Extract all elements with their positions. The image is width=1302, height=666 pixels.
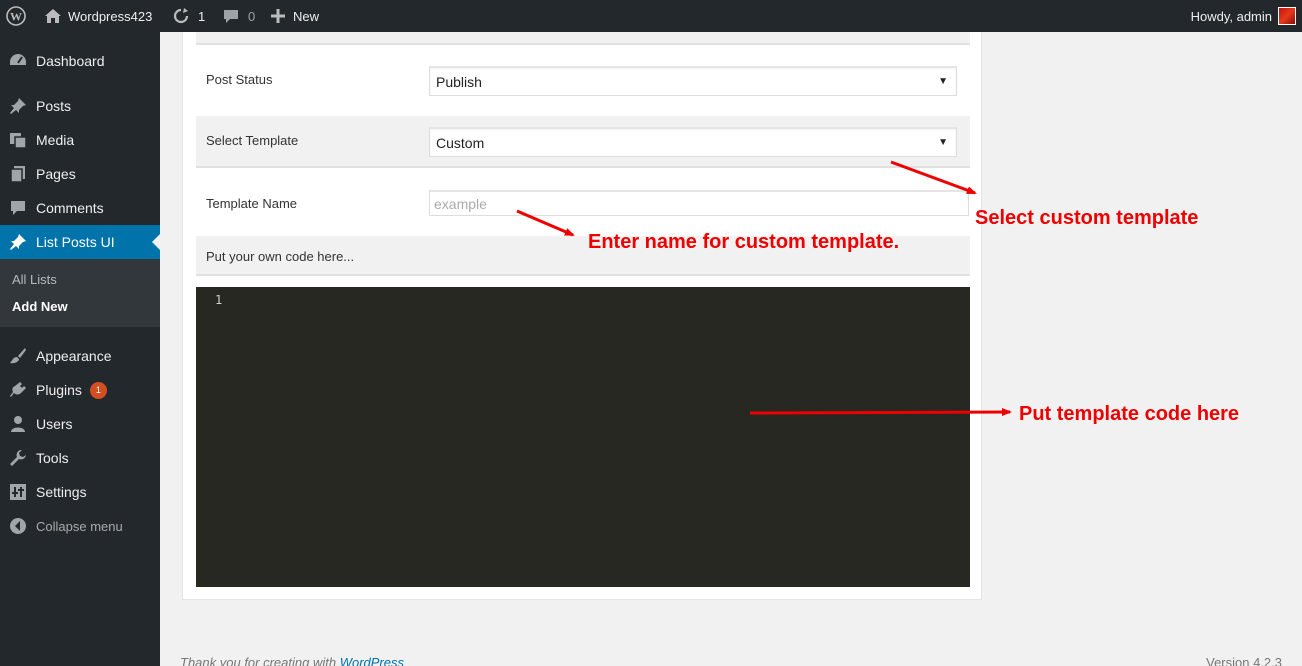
refresh-icon <box>173 8 189 24</box>
site-name: Wordpress423 <box>68 8 153 24</box>
account-menu[interactable]: Howdy, admin <box>1191 0 1296 32</box>
settings-icon <box>0 483 36 501</box>
avatar <box>1278 7 1296 25</box>
plug-icon <box>0 381 36 399</box>
list-posts-submenu: All Lists Add New <box>0 259 160 327</box>
sidebar-item-media[interactable]: Media <box>0 123 160 157</box>
annotation-put-code: Put template code here <box>1019 403 1240 425</box>
admin-bar: W Wordpress423 1 0 New Howdy, admin <box>0 0 1302 32</box>
select-template-label: Select Template <box>206 133 299 148</box>
comment-icon <box>0 199 36 217</box>
collapse-menu-label: Collapse menu <box>36 518 123 534</box>
sidebar-item-dashboard[interactable]: Dashboard <box>0 44 160 78</box>
sidebar-item-appearance[interactable]: Appearance <box>0 339 160 373</box>
wordpress-link[interactable]: WordPress <box>340 655 404 666</box>
comments-count: 0 <box>248 8 256 24</box>
own-code-label: Put your own code here... <box>206 249 355 264</box>
sidebar-item-settings[interactable]: Settings <box>0 475 160 509</box>
sidebar-item-label: Dashboard <box>36 53 105 69</box>
wrench-icon <box>0 449 36 467</box>
sidebar-item-pages[interactable]: Pages <box>0 157 160 191</box>
template-name-row: Template Name <box>196 168 970 236</box>
user-icon <box>0 415 36 433</box>
submenu-item-all-lists[interactable]: All Lists <box>12 272 57 287</box>
pushpin-icon <box>0 233 36 251</box>
annotation-enter-name: Enter name for custom template. <box>588 231 900 253</box>
sidebar-item-label: Appearance <box>36 348 112 364</box>
home-icon <box>45 9 61 23</box>
current-menu-arrow <box>152 234 160 250</box>
dashboard-icon <box>0 52 36 70</box>
dropdown-caret-icon: ▼ <box>938 76 948 87</box>
footer-version: Version 4.2.3 <box>1206 655 1282 666</box>
sidebar-item-plugins[interactable]: Plugins 1 <box>0 373 160 407</box>
template-name-label: Template Name <box>206 196 298 211</box>
site-name-link[interactable]: Wordpress423 <box>44 0 152 32</box>
form-panel: Post Status Publish ▼ Select Template Cu… <box>182 32 982 600</box>
sidebar-item-list-posts-ui[interactable]: List Posts UI <box>0 225 160 259</box>
sidebar-item-users[interactable]: Users <box>0 407 160 441</box>
template-name-input[interactable] <box>429 190 969 216</box>
dropdown-caret-icon: ▼ <box>938 137 948 148</box>
post-status-value: Publish <box>436 73 482 90</box>
collapse-menu-button[interactable]: Collapse menu <box>0 509 160 543</box>
admin-sidebar: Dashboard Posts Media Pages Comments Lis… <box>0 32 160 666</box>
sidebar-item-label: Users <box>36 416 73 432</box>
sidebar-item-label: Settings <box>36 484 87 500</box>
sidebar-item-tools[interactable]: Tools <box>0 441 160 475</box>
comments-link[interactable]: 0 <box>222 0 255 32</box>
sidebar-item-label: Tools <box>36 450 69 466</box>
sidebar-item-label: List Posts UI <box>36 234 115 250</box>
sidebar-item-label: Plugins <box>36 382 82 398</box>
sidebar-item-label: Media <box>36 132 75 148</box>
select-template-select[interactable]: Custom ▼ <box>429 127 957 157</box>
media-icon <box>0 131 36 149</box>
howdy-text: Howdy, admin <box>1190 8 1272 24</box>
previous-row <box>196 32 970 45</box>
pushpin-icon <box>0 97 36 115</box>
wordpress-logo-icon[interactable]: W <box>6 0 28 32</box>
code-editor[interactable]: 1 <box>196 287 970 587</box>
sidebar-item-posts[interactable]: Posts <box>0 89 160 123</box>
pages-icon <box>0 165 36 183</box>
sidebar-item-comments[interactable]: Comments <box>0 191 160 225</box>
post-status-row: Post Status Publish ▼ <box>196 46 970 116</box>
post-status-select[interactable]: Publish ▼ <box>429 66 957 96</box>
svg-text:W: W <box>10 10 22 24</box>
new-content-link[interactable]: New <box>271 0 319 32</box>
submenu-item-add-new[interactable]: Add New <box>12 299 68 314</box>
post-status-label: Post Status <box>206 72 273 87</box>
annotation-select-custom: Select custom template <box>975 207 1199 229</box>
updates-link[interactable]: 1 <box>172 0 205 32</box>
collapse-arrow-icon <box>0 517 36 535</box>
select-template-row: Select Template Custom ▼ <box>196 116 970 168</box>
sidebar-item-label: Posts <box>36 98 72 114</box>
sidebar-item-label: Pages <box>36 166 76 182</box>
select-template-value: Custom <box>436 134 485 151</box>
comment-icon <box>224 10 238 23</box>
sidebar-item-label: Comments <box>36 200 104 216</box>
footer-thanks: Thank you for creating with WordPress <box>180 655 404 666</box>
plugins-update-badge: 1 <box>89 381 107 399</box>
new-label: New <box>293 8 320 24</box>
paintbrush-icon <box>0 347 36 365</box>
footer-thanks-text: Thank you for creating with <box>180 655 340 666</box>
editor-line-number: 1 <box>215 293 223 307</box>
updates-count: 1 <box>198 8 206 24</box>
plus-icon <box>271 9 285 23</box>
